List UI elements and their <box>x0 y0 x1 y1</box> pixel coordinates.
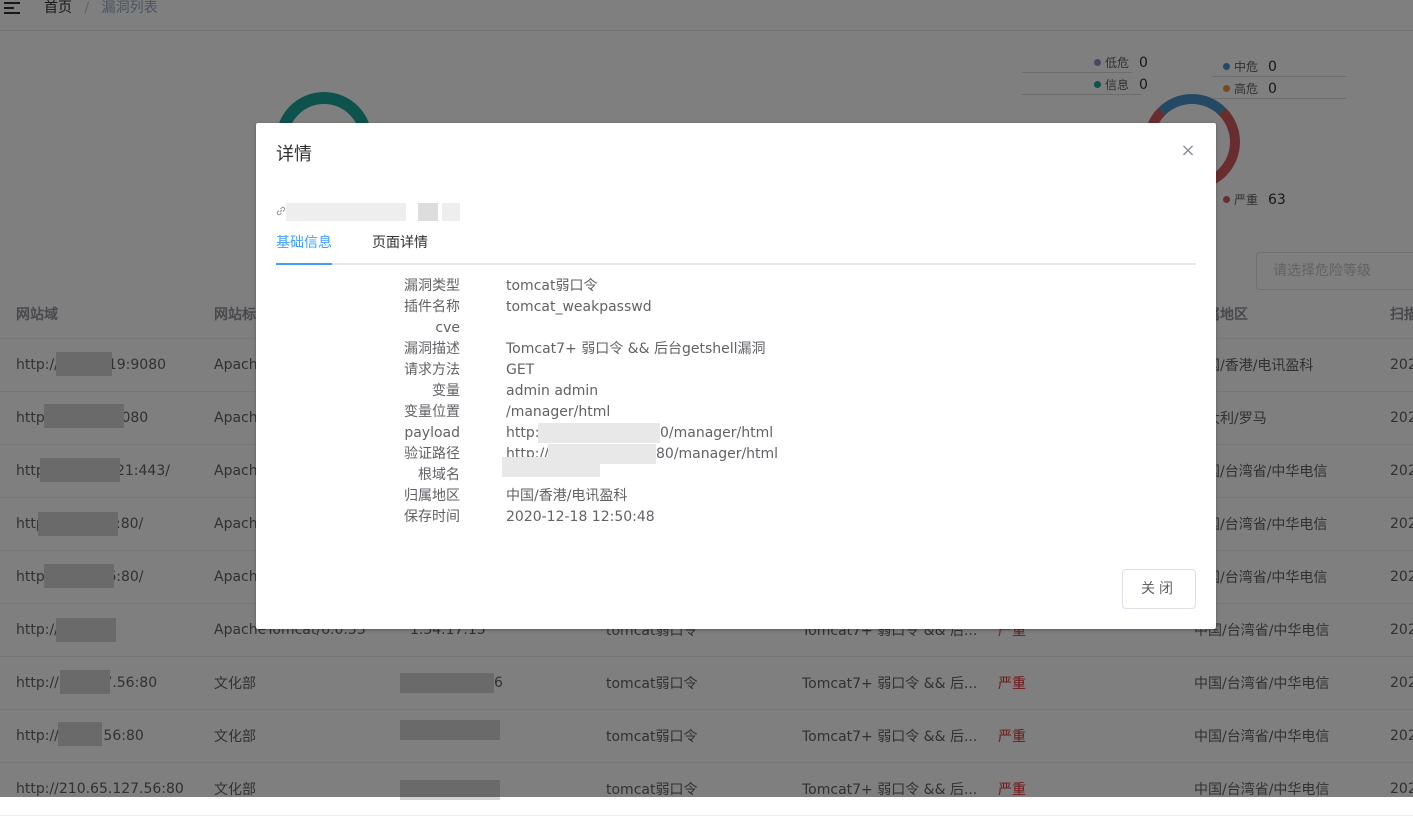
info-row-root-domain: 根域名 <box>256 457 1216 486</box>
close-button[interactable]: 关闭 <box>1122 569 1196 609</box>
info-row-desc: 漏洞描述 Tomcat7+ 弱口令 && 后台getshell漏洞 <box>404 341 766 357</box>
redacted-block <box>538 423 660 443</box>
info-row-type: 漏洞类型 tomcat弱口令 <box>404 278 598 294</box>
info-row-variable: 变量 admin admin <box>432 383 599 399</box>
info-row-verify-path: 验证路径 http:// 80/manager/html <box>404 444 779 464</box>
redacted-block <box>286 203 406 221</box>
close-icon[interactable]: × <box>1180 142 1196 160</box>
tab-basic-info[interactable]: 基础信息 <box>276 229 332 263</box>
detail-tabs: 基础信息 页面详情 <box>276 229 1196 265</box>
info-row-method: 请求方法 GET <box>404 362 535 378</box>
info-row-save-time: 保存时间 2020-12-18 12:50:48 <box>404 509 655 525</box>
redacted-block <box>442 203 460 221</box>
dialog-title: 详情 <box>276 144 312 165</box>
info-row-plugin: 插件名称 tomcat_weakpasswd <box>404 299 652 315</box>
info-row-region: 归属地区 中国/香港/电讯盈科 <box>404 488 628 504</box>
detail-dialog: 详情 × 基础信息 页面详情 漏洞类型 tomcat弱口令 插件名称 tomca… <box>256 123 1216 629</box>
redacted-block <box>502 457 600 477</box>
link-icon <box>276 205 286 219</box>
active-tab-indicator <box>276 263 332 265</box>
tab-page-detail[interactable]: 页面详情 <box>372 229 428 263</box>
info-row-variable-position: 变量位置 /manager/html <box>404 404 611 420</box>
info-row-cve: cve <box>435 320 460 336</box>
redacted-block <box>418 203 438 221</box>
target-link[interactable] <box>276 203 460 221</box>
info-row-payload: payload http:/ 0/manager/html <box>404 423 774 443</box>
